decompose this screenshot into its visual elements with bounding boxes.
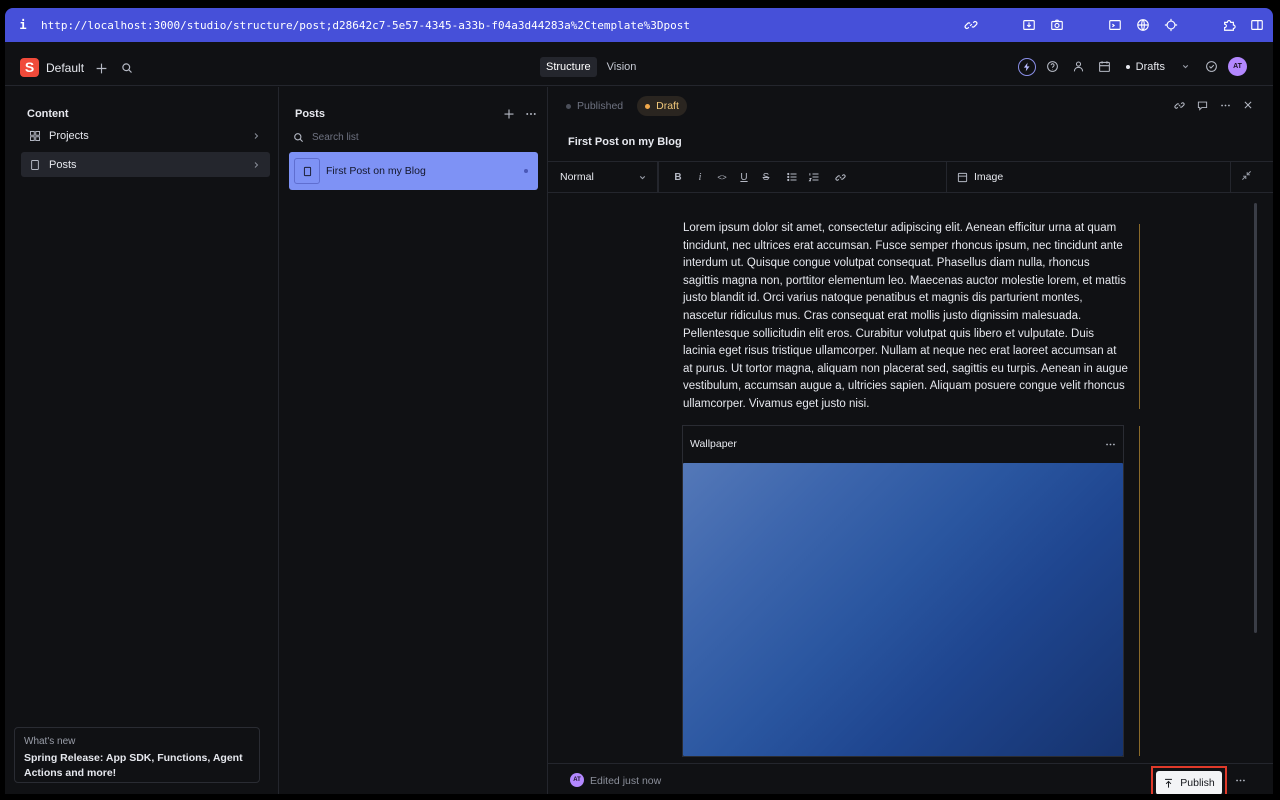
url-field[interactable]: http://localhost:3000/studio/structure/p… [41,19,961,32]
whats-new-text: Spring Release: App SDK, Functions, Agen… [24,752,243,779]
sidebar-item-projects[interactable]: Projects [21,123,270,148]
terminal-icon[interactable] [1105,15,1125,35]
content-pane-title: Content [27,108,69,120]
studio-logo[interactable]: S [20,58,39,77]
comment-icon[interactable] [1195,98,1209,112]
text-style-select[interactable]: Normal [548,162,658,192]
help-icon[interactable] [1044,58,1062,76]
search-icon [293,132,304,143]
sidebar-item-label: Projects [49,129,89,142]
user-avatar[interactable]: AT [1228,57,1247,76]
publish-highlight: Publish [1151,766,1227,794]
grid-icon [21,130,49,142]
status-published[interactable]: Published [558,96,631,116]
whats-new-kicker: What's new [24,736,76,747]
list-item-title: First Post on my Blog [326,165,426,177]
close-icon[interactable] [1241,98,1255,112]
document-icon [294,158,320,184]
editor-toolbar: Normal B i <> U S Image [548,161,1273,193]
download-icon[interactable] [1019,15,1039,35]
tab-structure[interactable]: Structure [540,57,597,77]
workspace-name[interactable]: Default [46,61,84,75]
perspective-select[interactable]: Drafts [1122,61,1194,73]
more-icon[interactable] [1105,439,1116,450]
status-published-label: Published [577,100,624,112]
chevron-right-icon [252,161,270,169]
search-list-field[interactable]: Search list [293,127,533,147]
content-pane: Content Projects Posts What's new Spring… [5,87,279,794]
wallpaper-image[interactable] [683,463,1123,756]
change-indicator [1139,224,1140,409]
image-block-label: Wallpaper [690,438,737,450]
image-block[interactable]: Wallpaper [682,425,1124,757]
globe-icon[interactable] [1133,15,1153,35]
chevron-down-icon [1181,62,1190,71]
image-icon [957,172,968,183]
scrollbar[interactable] [1254,203,1257,633]
more-icon[interactable] [522,105,540,123]
camera-icon[interactable] [1047,15,1067,35]
more-icon[interactable] [1235,775,1246,786]
search-placeholder: Search list [312,131,359,143]
browser-window: i http://localhost:3000/studio/structure… [5,8,1273,794]
status-draft-label: Draft [656,100,679,112]
crosshair-icon[interactable] [1161,15,1181,35]
insert-image-button[interactable]: Image [957,162,1003,192]
sidebar-item-label: Posts [49,158,77,171]
publish-icon [1163,778,1174,789]
document-title[interactable]: First Post on my Blog [568,136,682,148]
calendar-icon[interactable] [1096,58,1114,76]
posts-pane-title: Posts [295,108,325,120]
chevron-down-icon [638,173,647,182]
published-dot-icon [566,103,571,109]
check-circle-icon[interactable] [1202,58,1220,76]
site-info-icon[interactable]: i [5,18,41,32]
code-button[interactable]: <> [713,168,731,186]
change-indicator [1139,426,1140,756]
url-bar: i http://localhost:3000/studio/structure… [5,8,1273,42]
perspective-label: Drafts [1135,60,1165,73]
document-icon [21,159,49,171]
link-icon[interactable] [961,15,981,35]
text-style-label: Normal [560,171,594,183]
extension-icon[interactable] [1219,15,1239,35]
sidebar-item-posts[interactable]: Posts [21,152,270,177]
publish-button[interactable]: Publish [1156,771,1222,794]
posts-pane: Posts Search list First Post on my Blog [279,87,548,794]
bold-button[interactable]: B [669,168,687,186]
users-icon[interactable] [1070,58,1088,76]
underline-button[interactable]: U [735,168,753,186]
whats-new-card[interactable]: What's new Spring Release: App SDK, Func… [14,727,260,783]
bullet-list-icon[interactable] [783,168,801,186]
search-icon[interactable] [118,59,136,77]
plus-icon[interactable] [92,59,110,77]
link-icon[interactable] [1172,98,1186,112]
document-editor: Published Draft First Post on my Blog No… [548,87,1273,794]
insert-image-label: Image [974,171,1004,183]
editor-avatar: AT [570,773,584,787]
tab-vision[interactable]: Vision [601,57,643,77]
link-icon[interactable] [831,168,849,186]
draft-dot-icon [1125,64,1130,69]
document-footer: AT Edited just now Publish [548,763,1273,794]
collapse-icon[interactable] [1241,170,1255,184]
chevron-right-icon [252,132,270,140]
more-icon[interactable] [1218,98,1232,112]
bolt-icon[interactable] [1017,57,1036,76]
edit-status: Edited just now [590,775,662,787]
sidebar-icon[interactable] [1247,15,1267,35]
numbered-list-icon[interactable] [805,168,823,186]
add-post-icon[interactable] [500,105,518,123]
italic-button[interactable]: i [691,168,709,186]
status-draft[interactable]: Draft [637,96,687,116]
draft-dot-icon [645,103,651,109]
publish-label: Publish [1180,777,1215,789]
draft-dot-icon [524,169,528,173]
body-paragraph[interactable]: Lorem ipsum dolor sit amet, consectetur … [683,220,1128,414]
list-item[interactable]: First Post on my Blog [289,152,538,190]
studio-navbar: S Default Structure Vision Drafts AT [5,42,1273,86]
strikethrough-button[interactable]: S [757,168,775,186]
